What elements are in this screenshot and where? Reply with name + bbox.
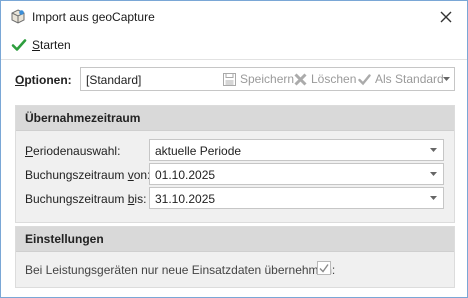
- period-label: Periodenauswahl:: [25, 144, 121, 158]
- save-label: Speichern: [240, 72, 295, 86]
- delete-x-icon: [294, 72, 307, 86]
- new-usage-data-label: Bei Leistungsgeräten nur neue Einsatzdat…: [25, 263, 336, 277]
- date-from-label: Buchungszeitraum von:: [25, 168, 151, 182]
- start-button[interactable]: Starten: [11, 36, 71, 54]
- chevron-down-icon[interactable]: [443, 77, 450, 81]
- title-bar: Import aus geoCapture: [1, 1, 467, 33]
- date-to-value: 31.10.2025: [155, 192, 216, 206]
- box-icon: [10, 9, 26, 25]
- set-default-label: Als Standard: [375, 72, 444, 86]
- checkmark-icon: [358, 73, 371, 85]
- set-default-button[interactable]: Als Standard: [358, 72, 444, 86]
- options-label: Optionen:: [15, 73, 72, 87]
- date-to-label: Buchungszeitraum bis:: [25, 192, 147, 206]
- chevron-down-icon: [430, 196, 437, 200]
- checkmark-icon: [319, 264, 329, 273]
- save-button[interactable]: Speichern: [223, 72, 294, 86]
- date-from-field[interactable]: 01.10.2025: [149, 163, 444, 185]
- chevron-down-icon: [430, 172, 437, 176]
- options-selector[interactable]: [Standard] Speichern Löschen Als Standar…: [80, 67, 455, 91]
- options-value: [Standard]: [86, 73, 142, 87]
- settings-group-header: Einstellungen: [16, 227, 454, 252]
- start-button-label: Starten: [32, 38, 71, 52]
- period-group: Übernahmezeitraum Periodenauswahl: aktue…: [15, 105, 455, 223]
- close-icon: [440, 11, 452, 23]
- delete-label: Löschen: [311, 72, 357, 86]
- date-to-field[interactable]: 31.10.2025: [149, 187, 444, 209]
- checkmark-icon: [11, 39, 27, 51]
- settings-group: Einstellungen Bei Leistungsgeräten nur n…: [15, 226, 455, 288]
- import-dialog: Import aus geoCapture Starten Optionen: …: [0, 0, 468, 298]
- delete-button[interactable]: Löschen: [294, 72, 356, 86]
- window-title: Import aus geoCapture: [32, 10, 155, 24]
- date-from-value: 01.10.2025: [155, 168, 216, 182]
- chevron-down-icon: [430, 148, 437, 152]
- new-usage-data-checkbox[interactable]: [317, 261, 331, 275]
- period-select-value: aktuelle Periode: [155, 144, 242, 158]
- toolbar-divider: [1, 59, 467, 60]
- period-select[interactable]: aktuelle Periode: [149, 139, 444, 161]
- period-group-header: Übernahmezeitraum: [16, 106, 454, 131]
- floppy-disk-icon: [223, 72, 236, 86]
- close-button[interactable]: [435, 7, 457, 27]
